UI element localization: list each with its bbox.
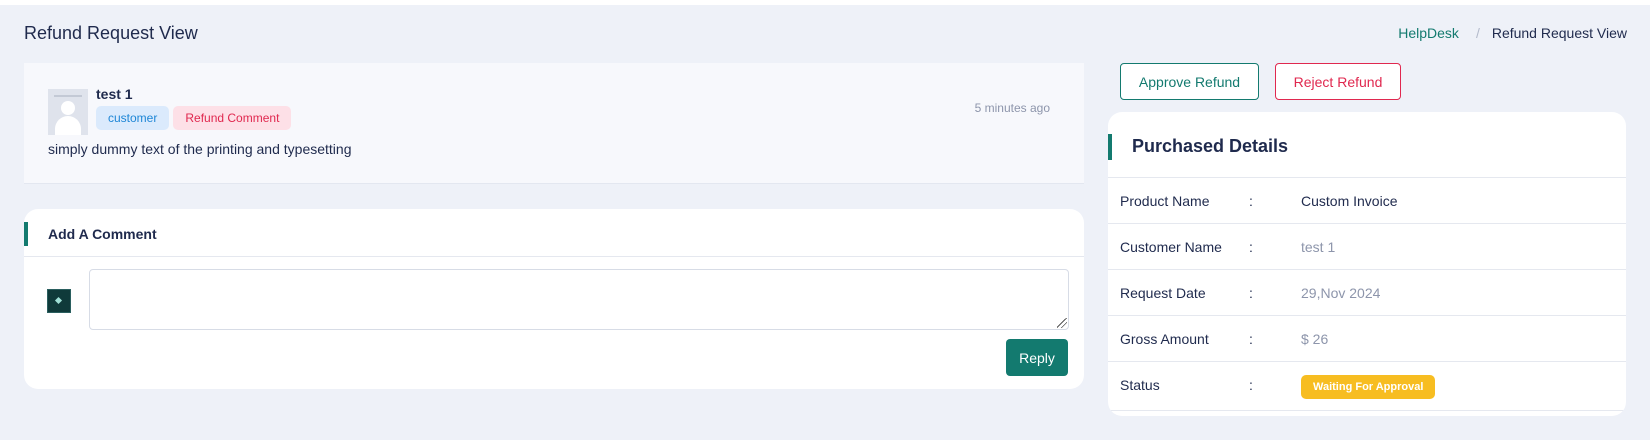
detail-separator: : [1249,193,1253,209]
reply-button[interactable]: Reply [1006,339,1068,376]
detail-separator: : [1249,285,1253,301]
comment-input[interactable] [89,269,1069,330]
detail-row-request-date: Request Date : 29,Nov 2024 [1108,270,1626,316]
purchased-details-title: Purchased Details [1132,136,1289,156]
refund-comment-badge: Refund Comment [173,106,292,130]
detail-label: Product Name [1120,193,1210,209]
breadcrumb-helpdesk-link[interactable]: HelpDesk [1398,25,1459,41]
breadcrumb-current: Refund Request View [1491,25,1627,41]
detail-row-customer-name: Customer Name : test 1 [1108,224,1626,270]
detail-label: Request Date [1120,285,1206,301]
detail-separator: : [1249,239,1253,255]
add-comment-header: Add A Comment [24,221,1084,257]
detail-separator: : [1249,331,1253,347]
breadcrumb-separator: / [1475,25,1480,41]
comment-author: test 1 [96,86,133,102]
purchased-details-card: Purchased Details Product Name : Custom … [1108,112,1626,416]
reject-refund-button[interactable]: Reject Refund [1275,63,1401,100]
breadcrumb: HelpDesk / Refund Request View [1398,25,1627,41]
comment-card: test 1 customer Refund Comment 5 minutes… [24,63,1084,184]
top-strip [0,0,1650,5]
comment-text: simply dummy text of the printing and ty… [48,141,352,157]
comment-badges: customer Refund Comment [96,106,292,130]
detail-row-product-name: Product Name : Custom Invoice [1108,178,1626,224]
detail-value-customer-name: test 1 [1301,239,1336,255]
section-accent-bar [24,222,28,246]
detail-label: Status [1120,377,1160,393]
customer-badge: customer [96,106,170,130]
comment-timestamp: 5 minutes ago [974,101,1050,115]
current-user-avatar-icon [47,289,71,313]
approve-refund-button[interactable]: Approve Refund [1120,63,1259,100]
purchased-details-header: Purchased Details [1108,134,1626,178]
detail-label: Customer Name [1120,239,1222,255]
user-avatar-icon [48,89,88,135]
detail-separator: : [1249,377,1253,393]
status-badge: Waiting For Approval [1301,375,1436,399]
detail-value-gross-amount: $ 26 [1301,331,1329,347]
detail-row-status: Status : Waiting For Approval [1108,362,1626,411]
detail-row-gross-amount: Gross Amount : $ 26 [1108,316,1626,362]
section-accent-bar [1108,134,1112,160]
purchased-details-table: Product Name : Custom Invoice Customer N… [1108,178,1626,411]
add-comment-card: Add A Comment Reply [24,209,1084,389]
detail-value-request-date: 29,Nov 2024 [1301,285,1381,301]
add-comment-title: Add A Comment [48,226,157,242]
detail-value-product-name: Custom Invoice [1301,193,1398,209]
page-title: Refund Request View [24,23,198,43]
detail-label: Gross Amount [1120,331,1209,347]
